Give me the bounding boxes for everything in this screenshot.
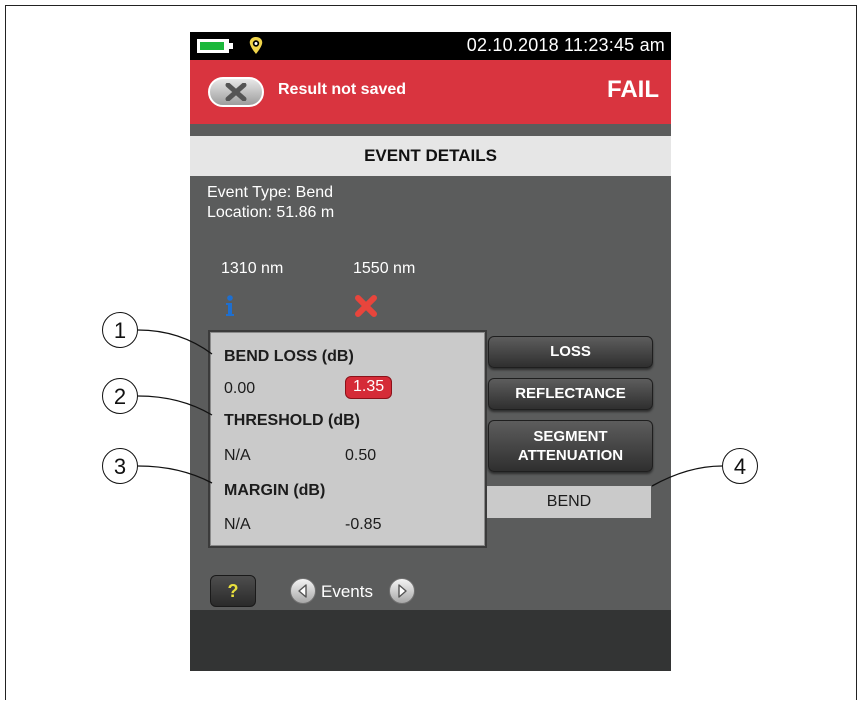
- callout-leader-lines: [137, 329, 723, 487]
- callout-4: 4: [722, 448, 758, 484]
- callout-2: 2: [102, 378, 138, 414]
- callout-1: 1: [102, 312, 138, 348]
- callout-3: 3: [102, 448, 138, 484]
